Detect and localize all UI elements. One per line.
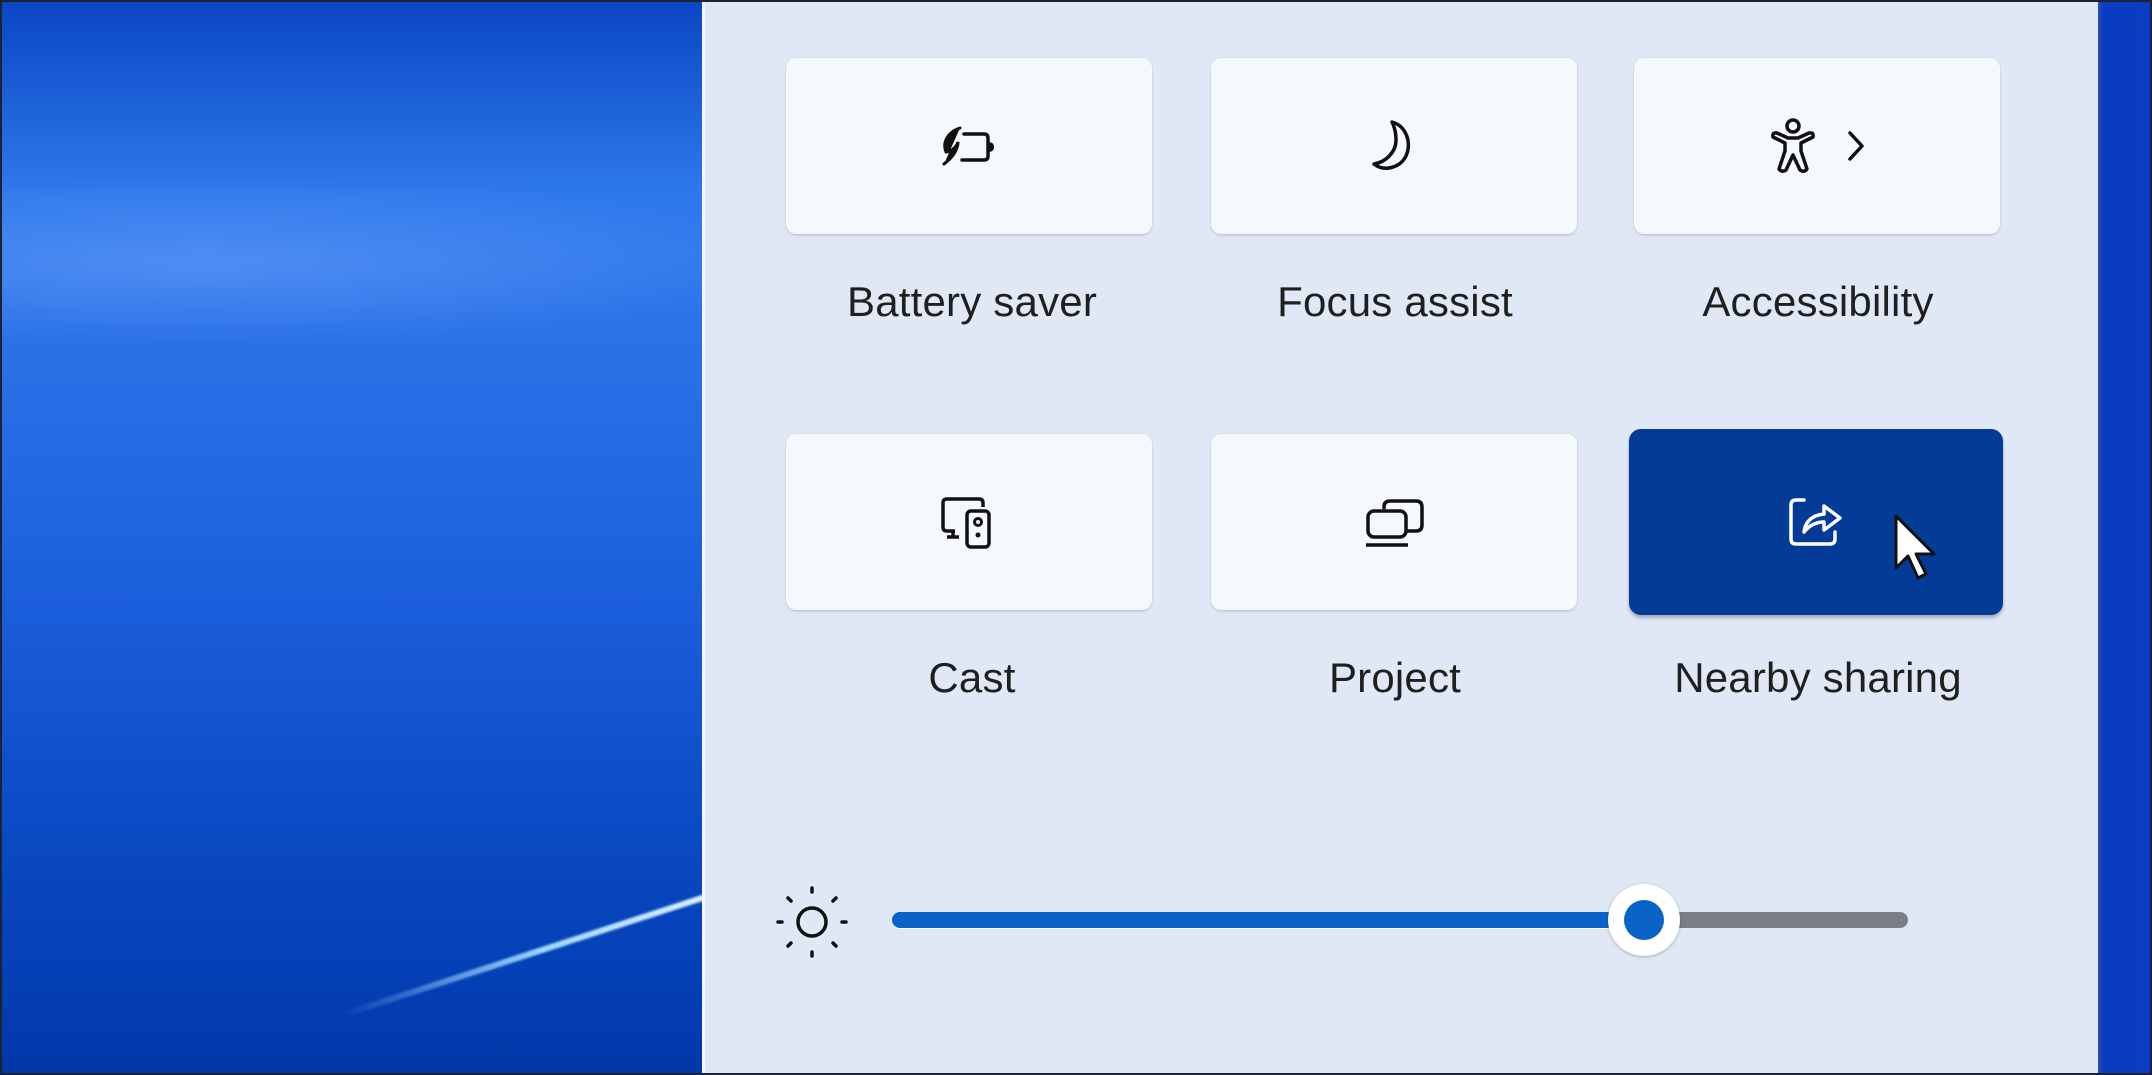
desktop-wallpaper xyxy=(2,2,743,1073)
share-icon xyxy=(1786,494,1846,550)
tile-cast[interactable] xyxy=(786,434,1152,610)
tile-focus-assist[interactable] xyxy=(1211,58,1577,234)
tile-nearby-sharing[interactable] xyxy=(1629,429,2003,615)
mouse-cursor-icon xyxy=(1892,512,1942,589)
brightness-slider-thumb[interactable] xyxy=(1607,884,1680,956)
wallpaper-light-streak xyxy=(341,882,743,1018)
tile-focus-assist-label: Focus assist xyxy=(1277,278,1513,325)
tile-cast-label: Cast xyxy=(928,654,1016,701)
brightness-slider-fill xyxy=(892,912,1644,928)
tile-nearby-sharing-label: Nearby sharing xyxy=(1674,654,1962,701)
accessibility-person-icon xyxy=(1768,117,1818,175)
chevron-right-icon[interactable] xyxy=(1846,129,1866,163)
tile-battery-saver-label: Battery saver xyxy=(846,278,1098,325)
tile-accessibility[interactable] xyxy=(1634,58,2000,234)
tile-battery-saver[interactable] xyxy=(786,58,1152,234)
brightness-slider-row xyxy=(772,882,1972,962)
tile-project-label: Project xyxy=(1328,654,1462,701)
screen: Battery saver Focus assist Accessibility xyxy=(0,0,2152,1075)
brightness-slider-track[interactable] xyxy=(892,912,1908,928)
cast-devices-icon xyxy=(939,493,999,551)
tile-project[interactable] xyxy=(1211,434,1577,610)
desktop-wallpaper-right-edge xyxy=(2098,2,2150,1073)
moon-icon xyxy=(1366,116,1422,176)
tile-accessibility-label: Accessibility xyxy=(1702,278,1934,325)
battery-saver-leaf-icon xyxy=(936,122,1002,170)
project-screens-icon xyxy=(1362,497,1426,547)
sun-icon xyxy=(772,882,852,967)
